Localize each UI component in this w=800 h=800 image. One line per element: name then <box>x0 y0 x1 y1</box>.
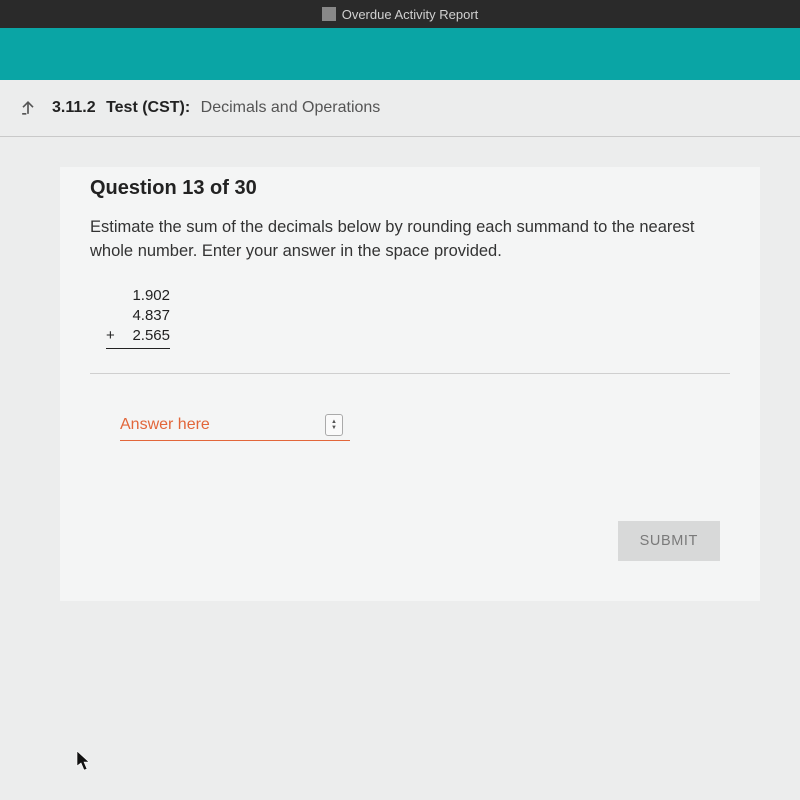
submit-row: SUBMIT <box>90 521 730 561</box>
back-arrow-icon[interactable] <box>14 94 42 122</box>
question-body: Estimate the sum of the decimals below b… <box>90 216 730 264</box>
section-title: Decimals and Operations <box>201 99 381 116</box>
test-label: Test (CST): <box>106 99 190 116</box>
teal-header-band <box>0 28 800 80</box>
window-top-bar: Overdue Activity Report <box>0 0 800 28</box>
stepper-down-icon: ▼ <box>331 425 337 431</box>
section-code: 3.11.2 <box>52 99 96 116</box>
number-stepper[interactable]: ▲ ▼ <box>325 414 343 436</box>
plus-sign: + <box>106 326 115 346</box>
submit-button[interactable]: SUBMIT <box>618 521 720 561</box>
breadcrumb-row: 3.11.2 Test (CST): Decimals and Operatio… <box>0 80 800 137</box>
content-frame: 3.11.2 Test (CST): Decimals and Operatio… <box>0 80 800 800</box>
window-title: Overdue Activity Report <box>342 7 479 22</box>
divider <box>90 373 730 374</box>
answer-zone: ▲ ▼ <box>120 414 730 441</box>
addition-problem: 1.902 4.837 + 2.565 <box>106 286 170 349</box>
summand-1: 1.902 <box>106 286 170 306</box>
answer-line: ▲ ▼ <box>120 414 350 441</box>
breadcrumb: 3.11.2 Test (CST): Decimals and Operatio… <box>52 99 380 117</box>
summand-3: 2.565 <box>132 326 170 346</box>
question-title: Question 13 of 30 <box>90 177 730 200</box>
question-card: Question 13 of 30 Estimate the sum of th… <box>60 167 760 601</box>
app-icon <box>322 7 336 21</box>
summand-2: 4.837 <box>106 306 170 326</box>
answer-input[interactable] <box>120 416 295 434</box>
summand-3-row: + 2.565 <box>106 326 170 348</box>
